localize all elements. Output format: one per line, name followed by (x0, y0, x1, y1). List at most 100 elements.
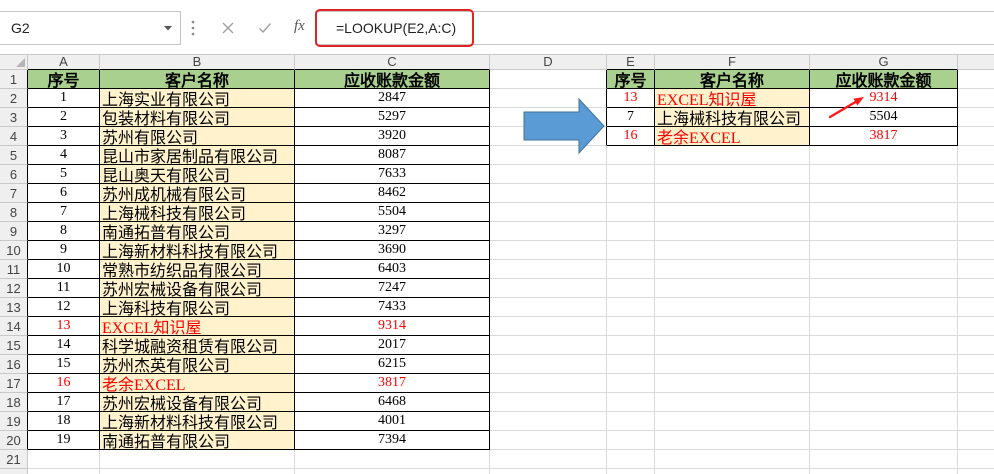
row-header[interactable]: 17 (0, 374, 28, 393)
source-customer-cell[interactable]: 上海新材料科技有限公司 (100, 412, 295, 431)
grid-cell[interactable] (810, 165, 958, 184)
grid-cell[interactable] (810, 184, 958, 203)
grid-cell[interactable] (607, 165, 655, 184)
source-amount-cell[interactable]: 7394 (295, 431, 490, 450)
source-no-cell[interactable]: 18 (28, 412, 100, 431)
row-header[interactable]: 1 (0, 70, 28, 89)
grid-cell[interactable] (958, 412, 994, 431)
source-amount-cell[interactable]: 2017 (295, 336, 490, 355)
source-customer-cell[interactable]: 昆山市家居制品有限公司 (100, 146, 295, 165)
grid-cell[interactable] (810, 412, 958, 431)
lookup-amount-cell[interactable]: 3817 (810, 127, 958, 146)
lookup-table-header[interactable]: 序号 (607, 70, 655, 89)
column-header[interactable]: G (810, 54, 958, 70)
grid-cell[interactable] (28, 450, 100, 469)
source-customer-cell[interactable]: 南通拓普有限公司 (100, 222, 295, 241)
grid-cell[interactable] (655, 146, 810, 165)
source-no-cell[interactable]: 9 (28, 241, 100, 260)
column-header[interactable]: E (607, 54, 655, 70)
grid-cell[interactable] (958, 260, 994, 279)
grid-cell[interactable] (607, 203, 655, 222)
source-no-cell[interactable]: 19 (28, 431, 100, 450)
grid-cell[interactable] (607, 260, 655, 279)
source-customer-cell[interactable]: 常熟市纺织品有限公司 (100, 260, 295, 279)
grid-cell[interactable] (28, 469, 100, 474)
row-header[interactable]: 15 (0, 336, 28, 355)
row-header[interactable]: 3 (0, 108, 28, 127)
grid-cell[interactable] (655, 412, 810, 431)
source-amount-cell[interactable]: 7433 (295, 298, 490, 317)
grid-cell[interactable] (490, 203, 607, 222)
grid-cell[interactable] (607, 298, 655, 317)
row-header[interactable]: 13 (0, 298, 28, 317)
grid-cell[interactable] (655, 298, 810, 317)
grid-cell[interactable] (810, 203, 958, 222)
source-no-cell[interactable]: 2 (28, 108, 100, 127)
grid-cell[interactable] (958, 108, 994, 127)
source-customer-cell[interactable]: 上海新材料科技有限公司 (100, 241, 295, 260)
grid-cell[interactable] (958, 336, 994, 355)
source-customer-cell[interactable]: 苏州宏械设备有限公司 (100, 279, 295, 298)
grid-cell[interactable] (490, 241, 607, 260)
grid-cell[interactable] (607, 450, 655, 469)
source-amount-cell[interactable]: 7247 (295, 279, 490, 298)
grid-cell[interactable] (958, 165, 994, 184)
grid-cell[interactable] (490, 260, 607, 279)
grid-cell[interactable] (958, 374, 994, 393)
grid-cell[interactable] (607, 336, 655, 355)
grid-cell[interactable] (490, 165, 607, 184)
source-customer-cell[interactable]: 苏州宏械设备有限公司 (100, 393, 295, 412)
grid-cell[interactable] (490, 184, 607, 203)
source-amount-cell[interactable]: 9314 (295, 317, 490, 336)
column-header[interactable]: F (655, 54, 810, 70)
source-amount-cell[interactable]: 7633 (295, 165, 490, 184)
grid-cell[interactable] (958, 127, 994, 146)
grid-cell[interactable] (100, 450, 295, 469)
source-customer-cell[interactable]: 苏州有限公司 (100, 127, 295, 146)
source-amount-cell[interactable]: 4001 (295, 412, 490, 431)
source-no-cell[interactable]: 6 (28, 184, 100, 203)
grid-cell[interactable] (607, 393, 655, 412)
source-amount-cell[interactable]: 5297 (295, 108, 490, 127)
row-header[interactable]: 20 (0, 431, 28, 450)
row-header[interactable]: 10 (0, 241, 28, 260)
grid-cell[interactable] (607, 431, 655, 450)
lookup-customer-cell[interactable]: 上海械科技有限公司 (655, 108, 810, 127)
name-box[interactable]: G2 (0, 11, 181, 45)
grid-cell[interactable] (607, 279, 655, 298)
source-amount-cell[interactable]: 8087 (295, 146, 490, 165)
grid-cell[interactable] (655, 317, 810, 336)
grid-cell[interactable] (100, 469, 295, 474)
source-no-cell[interactable]: 15 (28, 355, 100, 374)
row-header[interactable]: 5 (0, 146, 28, 165)
grid-cell[interactable] (607, 355, 655, 374)
grid-cell[interactable] (958, 222, 994, 241)
right-arrow-icon[interactable] (522, 97, 606, 155)
source-customer-cell[interactable]: 南通拓普有限公司 (100, 431, 295, 450)
grid-cell[interactable] (490, 393, 607, 412)
lookup-customer-cell[interactable]: EXCEL知识屋 (655, 89, 810, 108)
grid-cell[interactable] (958, 89, 994, 108)
source-customer-cell[interactable]: 上海科技有限公司 (100, 298, 295, 317)
grid-cell[interactable] (490, 70, 607, 89)
source-amount-cell[interactable]: 3920 (295, 127, 490, 146)
grid-cell[interactable] (958, 298, 994, 317)
grid-cell[interactable] (810, 336, 958, 355)
row-header[interactable]: 16 (0, 355, 28, 374)
grid-cell[interactable] (490, 412, 607, 431)
grid-cell[interactable] (490, 450, 607, 469)
grid-cell[interactable] (810, 374, 958, 393)
row-header[interactable]: 2 (0, 89, 28, 108)
grid-cell[interactable] (655, 184, 810, 203)
column-header[interactable]: A (28, 54, 100, 70)
lookup-no-cell[interactable]: 16 (607, 127, 655, 146)
grid-cell[interactable] (958, 469, 994, 474)
source-table-header[interactable]: 应收账款金额 (295, 70, 490, 89)
grid-cell[interactable] (295, 469, 490, 474)
grid-cell[interactable] (958, 355, 994, 374)
grid-cell[interactable] (810, 450, 958, 469)
source-no-cell[interactable]: 14 (28, 336, 100, 355)
source-customer-cell[interactable]: 昆山奥天有限公司 (100, 165, 295, 184)
grid-cell[interactable] (958, 70, 994, 89)
grid-cell[interactable] (655, 222, 810, 241)
